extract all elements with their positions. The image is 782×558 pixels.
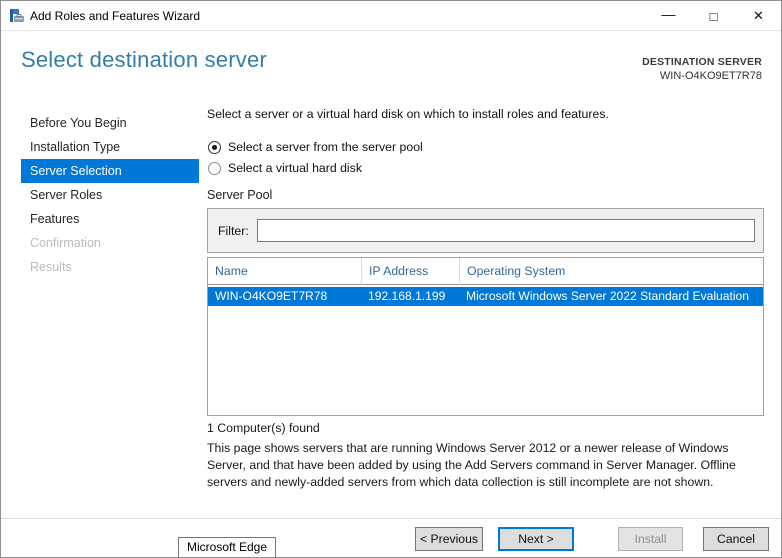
column-header-name[interactable]: Name xyxy=(208,258,361,285)
table-row[interactable]: WIN-O4KO9ET7R78 192.168.1.199 Microsoft … xyxy=(208,287,763,306)
previous-button[interactable]: < Previous xyxy=(415,527,483,551)
filter-panel: Filter: xyxy=(207,208,764,253)
maximize-icon: □ xyxy=(709,8,718,24)
filter-label: Filter: xyxy=(218,223,249,238)
column-header-operating-system[interactable]: Operating System xyxy=(459,258,763,285)
cell-ip-address: 192.168.1.199 xyxy=(368,289,446,303)
radio-vhd-label: Select a virtual hard disk xyxy=(228,161,362,175)
radio-select-vhd[interactable]: Select a virtual hard disk xyxy=(208,161,362,175)
page-title: Select destination server xyxy=(21,47,267,72)
sidebar-item-installation-type[interactable]: Installation Type xyxy=(21,135,199,159)
server-pool-table: Name IP Address Operating System WIN-O4K… xyxy=(207,257,764,416)
sidebar-item-results: Results xyxy=(30,260,72,274)
page-description: This page shows servers that are running… xyxy=(207,441,736,489)
sidebar-item-features[interactable]: Features xyxy=(21,207,199,231)
taskbar-tooltip: Microsoft Edge xyxy=(178,537,277,557)
sidebar-item-before-you-begin[interactable]: Before You Begin xyxy=(21,111,199,135)
footer-divider xyxy=(1,518,781,519)
computers-found-count: 1 Computer(s) found xyxy=(207,421,320,435)
cell-operating-system: Microsoft Windows Server 2022 Standard E… xyxy=(466,289,749,303)
cancel-button[interactable]: Cancel xyxy=(703,527,769,551)
window-title: Add Roles and Features Wizard xyxy=(30,8,201,23)
close-icon: ✕ xyxy=(753,8,764,23)
radio-unselected-icon xyxy=(208,161,221,175)
column-header-ip-address[interactable]: IP Address xyxy=(361,258,459,285)
radio-selected-icon xyxy=(208,140,221,154)
install-button: Install xyxy=(618,527,683,551)
maximize-button[interactable]: □ xyxy=(691,1,736,31)
server-pool-title: Server Pool xyxy=(207,188,273,202)
filter-input[interactable] xyxy=(256,219,755,242)
radio-select-server-pool[interactable]: Select a server from the server pool xyxy=(208,140,423,154)
minimize-icon: — xyxy=(661,6,676,22)
caption-buttons: — □ ✕ xyxy=(646,1,781,31)
sidebar-item-confirmation: Confirmation xyxy=(30,236,101,250)
next-button[interactable]: Next > xyxy=(498,527,574,551)
radio-server-pool-label: Select a server from the server pool xyxy=(228,140,423,154)
destination-server-name: WIN-O4KO9ET7R78 xyxy=(659,70,762,82)
sidebar-item-server-selection[interactable]: Server Selection xyxy=(21,159,199,183)
wizard-app-icon xyxy=(10,8,24,22)
destination-server-block: DESTINATION SERVER WIN-O4KO9ET7R78 xyxy=(642,56,762,82)
intro-text: Select a server or a virtual hard disk o… xyxy=(207,107,609,121)
table-header-row: Name IP Address Operating System xyxy=(208,258,763,285)
sidebar-item-server-roles[interactable]: Server Roles xyxy=(21,183,199,207)
cell-server-name: WIN-O4KO9ET7R78 xyxy=(215,289,328,303)
wizard-steps-sidebar: Before You Begin Installation Type Serve… xyxy=(21,111,199,279)
close-button[interactable]: ✕ xyxy=(736,1,781,31)
minimize-button[interactable]: — xyxy=(646,1,691,31)
wizard-window: Add Roles and Features Wizard — □ ✕ Sele… xyxy=(0,0,782,558)
titlebar: Add Roles and Features Wizard — □ ✕ xyxy=(1,1,781,31)
destination-server-label: DESTINATION SERVER xyxy=(642,56,762,68)
